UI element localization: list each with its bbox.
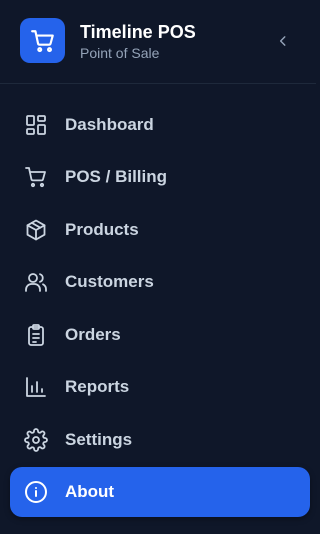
gear-icon: [24, 428, 48, 452]
sidebar-item-label: Products: [65, 220, 139, 239]
app-subtitle: Point of Sale: [80, 45, 160, 61]
sidebar-item-reports[interactable]: Reports: [10, 362, 310, 412]
cart-icon: [30, 28, 56, 54]
sidebar-item-label: About: [65, 482, 115, 501]
sidebar-header: Timeline POS Point of Sale: [0, 0, 316, 84]
sidebar-item-settings[interactable]: Settings: [10, 415, 310, 465]
sidebar-item-pos-billing[interactable]: POS / Billing: [10, 152, 310, 202]
sidebar-item-label: Customers: [65, 272, 154, 291]
box-icon: [24, 218, 48, 242]
app-title: Timeline POS: [80, 22, 196, 42]
app-logo: [20, 18, 65, 63]
cart-icon: [24, 165, 48, 189]
sidebar-item-about[interactable]: About: [10, 467, 310, 517]
clipboard-icon: [24, 323, 48, 347]
info-icon: [24, 480, 48, 504]
sidebar-item-customers[interactable]: Customers: [10, 257, 310, 307]
users-icon: [24, 270, 48, 294]
sidebar-item-label: POS / Billing: [65, 167, 168, 186]
chevron-left-icon: [276, 34, 290, 48]
sidebar-item-label: Settings: [65, 430, 133, 449]
sidebar-item-products[interactable]: Products: [10, 205, 310, 255]
sidebar-item-orders[interactable]: Orders: [10, 310, 310, 360]
sidebar-item-label: Reports: [65, 377, 130, 396]
collapse-sidebar-button[interactable]: [272, 30, 294, 52]
sidebar-item-dashboard[interactable]: Dashboard: [10, 100, 310, 150]
sidebar-item-label: Dashboard: [65, 115, 154, 134]
bar-chart-icon: [24, 375, 48, 399]
dashboard-grid-icon: [24, 113, 48, 137]
sidebar-item-label: Orders: [65, 325, 121, 344]
